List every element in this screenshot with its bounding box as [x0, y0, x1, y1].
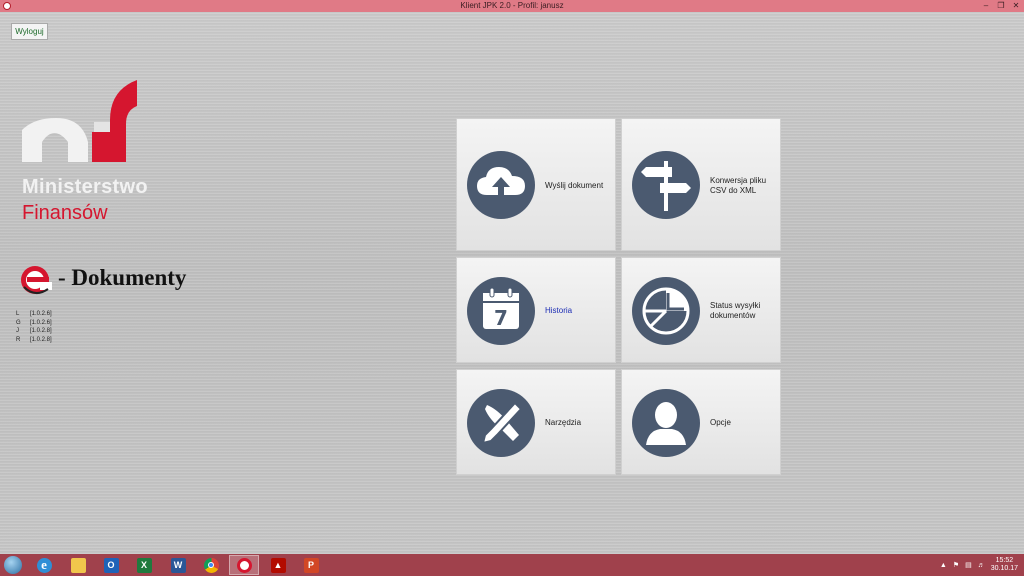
acrobat-icon[interactable]: ▲ — [263, 555, 293, 575]
close-icon[interactable]: ✕ — [1012, 0, 1020, 12]
tile-options[interactable]: Opcje — [621, 369, 781, 475]
file-explorer-icon[interactable] — [63, 555, 93, 575]
logout-button[interactable]: Wyloguj — [11, 23, 48, 40]
restore-icon[interactable]: ❐ — [997, 0, 1005, 12]
tile-label: Opcje — [710, 418, 731, 427]
window-title-bar: Klient JPK 2.0 - Profil: janusz – ❐ ✕ — [0, 0, 1024, 12]
volume-icon[interactable]: ♬ — [978, 562, 985, 569]
pie-chart-icon — [632, 277, 700, 345]
clock[interactable]: 15:52 30.10.17 — [991, 557, 1018, 573]
chrome-icon[interactable] — [196, 555, 226, 575]
ministry-name-line2: Finansów — [22, 202, 108, 224]
tile-convert-csv[interactable]: Konwersja pliku CSV do XML — [621, 118, 781, 251]
tile-label-line2: dokumentów — [710, 311, 756, 320]
ministry-logo — [22, 80, 137, 162]
calendar-day: 7 — [494, 306, 508, 330]
tile-label: Status wysyłki dokumentów — [710, 301, 778, 321]
ministry-name-line1: Ministerstwo — [22, 176, 148, 198]
powerpoint-icon[interactable]: P — [296, 555, 326, 575]
tools-icon — [467, 389, 535, 457]
network-icon[interactable]: ▤ — [965, 561, 972, 569]
calendar-icon: 7 — [467, 277, 535, 345]
cloud-upload-icon — [467, 151, 535, 219]
version-value: [1.0.2.8] — [30, 328, 52, 334]
tile-label: Narzędzia — [545, 418, 582, 427]
taskbar: e O X W ▲ P ▲ ⚑ ▤ ♬ 15:52 30.10.17 — [0, 554, 1024, 576]
flag-icon[interactable]: ⚑ — [953, 561, 959, 569]
tile-label-line2: CSV do XML — [710, 186, 757, 195]
word-icon[interactable]: W — [163, 555, 193, 575]
system-tray: ▲ ⚑ ▤ ♬ 15:52 30.10.17 — [940, 556, 1018, 574]
tile-send-status[interactable]: Status wysyłki dokumentów — [621, 257, 781, 363]
signpost-icon — [632, 151, 700, 219]
tile-send-document[interactable]: Wyślij dokument — [456, 118, 616, 251]
version-row: J [1.0.2.8] — [16, 327, 52, 336]
tile-label: Historia — [545, 306, 573, 315]
version-value: [1.0.2.6] — [30, 319, 52, 326]
version-list: L [1.0.2.6] G [1.0.2.6] J [1.0.2.8] R [1… — [16, 310, 52, 344]
version-value: [1.0.2.6] — [30, 311, 52, 317]
app-icon — [3, 2, 11, 10]
version-key: L — [16, 311, 20, 317]
tile-label-line1: Status wysyłki — [710, 301, 761, 310]
version-key: G — [16, 319, 21, 326]
e-dokumenty-logo — [21, 266, 52, 294]
internet-explorer-icon[interactable]: e — [29, 555, 59, 575]
version-row: G [1.0.2.6] — [16, 319, 52, 328]
app-main: Wyloguj Ministerstwo Finansów - Dokument… — [0, 12, 1024, 554]
tile-label: Wyślij dokument — [545, 181, 604, 190]
tile-label-line1: Konwersja pliku — [710, 176, 767, 185]
tile-tools[interactable]: Narzędzia — [456, 369, 616, 475]
version-key: J — [16, 328, 19, 334]
window-title: Klient JPK 2.0 - Profil: janusz — [460, 1, 564, 10]
version-row: L [1.0.2.6] — [16, 310, 52, 319]
version-value: [1.0.2.8] — [30, 336, 52, 343]
excel-icon[interactable]: X — [129, 555, 159, 575]
start-button[interactable] — [4, 556, 22, 574]
version-row: R [1.0.2.8] — [16, 336, 52, 345]
show-hidden-icons-icon[interactable]: ▲ — [940, 562, 947, 569]
outlook-icon[interactable]: O — [96, 555, 126, 575]
clock-time: 15:52 — [995, 557, 1014, 564]
window-controls: – ❐ ✕ — [982, 0, 1020, 12]
tile-history[interactable]: 7 Historia — [456, 257, 616, 363]
product-title: - Dokumenty — [58, 265, 187, 290]
e-dokumenty-icon[interactable] — [229, 555, 259, 575]
version-key: R — [16, 336, 21, 343]
user-icon — [632, 389, 700, 457]
clock-date: 30.10.17 — [990, 565, 1018, 572]
minimize-icon[interactable]: – — [982, 0, 990, 12]
tile-label: Konwersja pliku CSV do XML — [710, 176, 778, 196]
